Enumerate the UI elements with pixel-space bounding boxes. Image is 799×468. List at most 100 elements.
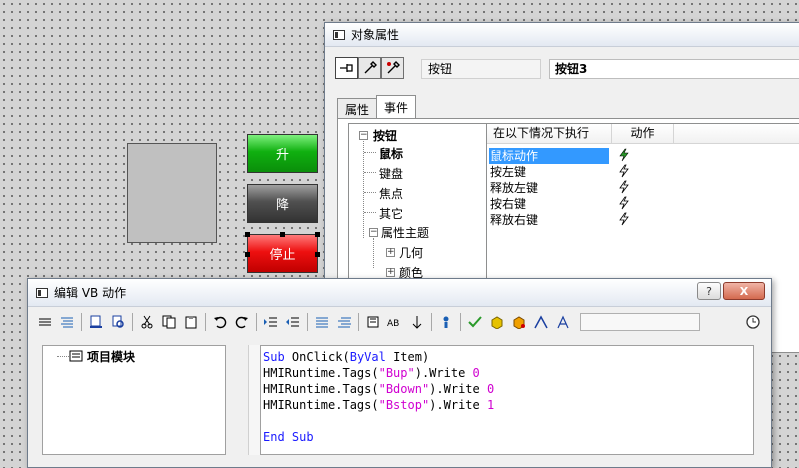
code-string: "Bstop" [378, 398, 430, 412]
no-action-icon[interactable] [617, 164, 631, 178]
gray-rectangle-object[interactable] [127, 143, 217, 243]
trigger-clock-icon[interactable] [742, 312, 764, 332]
no-action-icon[interactable] [617, 196, 631, 210]
canvas-button-down-label: 降 [275, 198, 289, 213]
pin-icon[interactable] [335, 57, 358, 79]
outdent-icon[interactable] [282, 312, 304, 332]
align-icon[interactable] [56, 312, 78, 332]
canvas-button-up[interactable]: 升 [247, 134, 318, 173]
event-row-release-right[interactable]: 释放右键 [489, 212, 538, 228]
code-text: ).Write [429, 398, 487, 412]
event-row-mouse-action[interactable]: 鼠标动作 [489, 148, 609, 164]
syntax-check-icon[interactable] [464, 312, 486, 332]
selection-handle[interactable] [245, 252, 250, 257]
code-text: ).Write [414, 366, 473, 380]
tab-properties[interactable]: 属性 [337, 98, 378, 118]
event-row-press-left[interactable]: 按左键 [489, 164, 526, 180]
list-icon[interactable] [34, 312, 56, 332]
copy-properties-icon[interactable] [358, 57, 381, 79]
copy-icon[interactable] [158, 312, 180, 332]
selection-handle[interactable] [280, 232, 285, 237]
vb-dropdown[interactable] [580, 313, 700, 331]
collapse-icon[interactable]: − [369, 228, 378, 237]
code-text: OnClick( [284, 350, 350, 364]
window-icon [333, 29, 345, 40]
close-button[interactable]: X [723, 282, 765, 300]
redo-icon[interactable] [231, 312, 253, 332]
tree-item-focus[interactable]: 焦点 [379, 185, 403, 202]
compile-icon[interactable] [85, 312, 107, 332]
code-text: HMIRuntime.Tags( [263, 366, 379, 380]
info-icon[interactable] [435, 312, 457, 332]
comment-icon[interactable] [311, 312, 333, 332]
code-text: HMIRuntime.Tags( [263, 398, 379, 412]
column-header-trigger[interactable]: 在以下情况下执行 [487, 124, 612, 143]
code-text: ).Write [429, 382, 487, 396]
tree-root-button[interactable]: 按钮 [373, 127, 397, 144]
undo-icon[interactable] [209, 312, 231, 332]
code-editor[interactable]: Sub OnClick(ByVal Item) HMIRuntime.Tags(… [260, 345, 754, 455]
tree-item-other[interactable]: 其它 [379, 205, 403, 222]
vb-window-title: 编辑 VB 动作 [54, 286, 127, 300]
event-row-release-left[interactable]: 释放左键 [489, 180, 538, 196]
canvas-button-stop[interactable]: 停止 [247, 234, 318, 273]
font-icon[interactable] [552, 312, 574, 332]
code-number: 1 [486, 398, 495, 412]
picture-selection-icon[interactable] [530, 312, 552, 332]
object-selection-icon[interactable] [508, 312, 530, 332]
selection-handle[interactable] [315, 252, 320, 257]
canvas-button-down[interactable]: 降 [247, 184, 318, 223]
replace-icon[interactable]: AB [384, 312, 406, 332]
expand-icon[interactable]: + [386, 248, 395, 257]
collapse-icon[interactable]: − [359, 131, 368, 140]
properties-titlebar[interactable]: 对象属性 [325, 23, 799, 47]
edit-vb-action-window: 编辑 VB 动作 ? X AB 项目模块 Sub OnClick(ByVal I… [27, 278, 772, 468]
vb-action-lightning-icon[interactable] [617, 148, 631, 162]
vb-toolbar: AB [34, 311, 764, 333]
code-line-3: HMIRuntime.Tags("Bdown").Write 0 [263, 381, 751, 397]
expand-icon[interactable]: + [386, 268, 395, 277]
tab-events[interactable]: 事件 [376, 95, 417, 118]
bookmark-icon[interactable] [362, 312, 384, 332]
code-number: 0 [486, 382, 495, 396]
code-line-4: HMIRuntime.Tags("Bstop").Write 1 [263, 397, 751, 413]
tree-item-mouse[interactable]: 鼠标 [379, 145, 403, 162]
tree-item-keyboard[interactable]: 键盘 [379, 165, 403, 182]
column-header-action[interactable]: 动作 [612, 124, 674, 143]
tree-item-project-module[interactable]: 项目模块 [87, 348, 135, 365]
event-list-header: 在以下情况下执行 动作 [487, 124, 799, 144]
print-preview-icon[interactable] [107, 312, 129, 332]
code-margin [248, 345, 260, 455]
code-keyword: Sub [291, 430, 314, 444]
properties-toolbar [335, 57, 404, 79]
uncomment-icon[interactable] [333, 312, 355, 332]
svg-text:AB: AB [387, 319, 399, 329]
tree-item-geometry[interactable]: 几何 [399, 244, 423, 261]
help-button[interactable]: ? [697, 282, 721, 300]
selection-handle[interactable] [315, 232, 320, 237]
tag-selection-icon[interactable] [486, 312, 508, 332]
code-line-6: End Sub [263, 429, 751, 445]
code-line-2: HMIRuntime.Tags("Bup").Write 0 [263, 365, 751, 381]
code-keyword: ByVal [349, 350, 386, 364]
paste-icon[interactable] [180, 312, 202, 332]
code-keyword: End [263, 430, 285, 444]
paste-properties-icon[interactable] [381, 57, 404, 79]
goto-icon[interactable] [406, 312, 428, 332]
canvas-button-stop-label: 停止 [269, 248, 296, 263]
vb-titlebar[interactable]: 编辑 VB 动作 [28, 279, 771, 307]
module-icon [69, 350, 83, 362]
code-keyword: Sub [263, 350, 285, 364]
selection-handle[interactable] [245, 232, 250, 237]
event-row-press-right[interactable]: 按右键 [489, 196, 526, 212]
no-action-icon[interactable] [617, 180, 631, 194]
cut-icon[interactable] [136, 312, 158, 332]
tree-item-property-topics[interactable]: 属性主题 [381, 224, 429, 241]
no-action-icon[interactable] [617, 212, 631, 226]
properties-tabs: 属性 事件 [337, 95, 417, 118]
code-string: "Bdown" [378, 382, 430, 396]
object-type-field: 按钮 [421, 59, 541, 79]
indent-icon[interactable] [260, 312, 282, 332]
object-name-field[interactable]: 按钮3 [549, 59, 799, 79]
